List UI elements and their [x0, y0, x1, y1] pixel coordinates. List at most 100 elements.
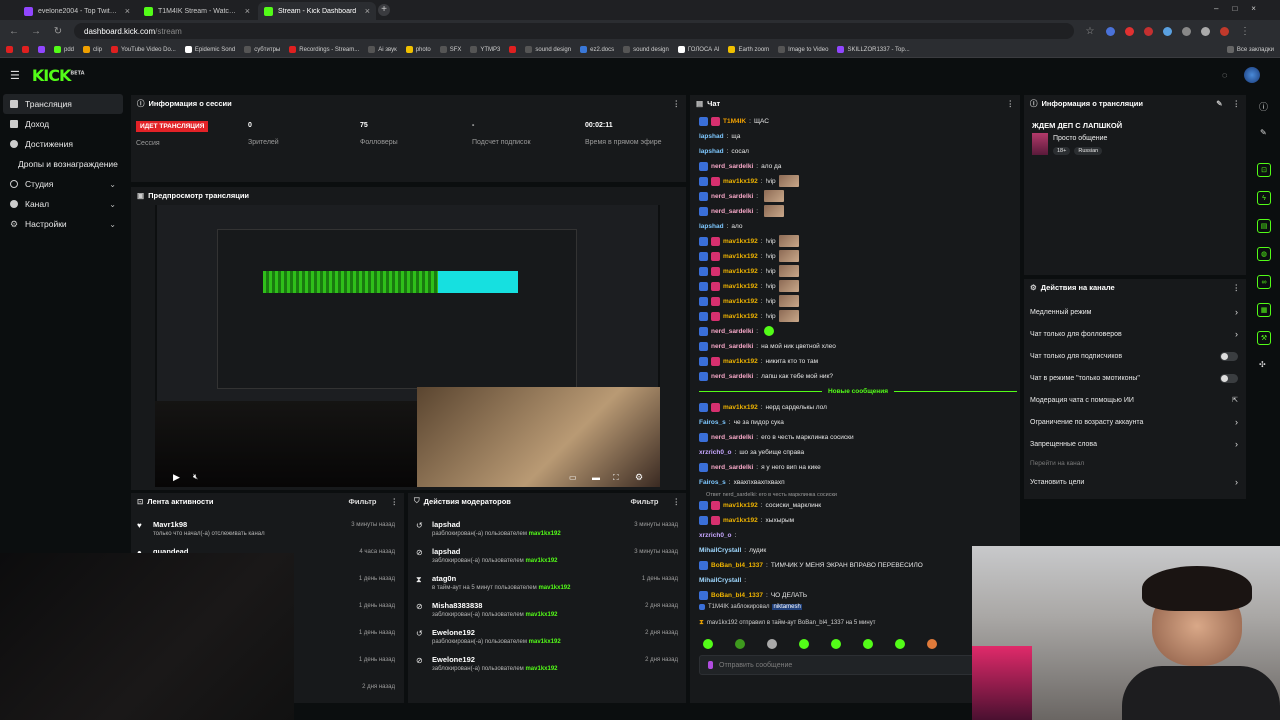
mod-action-username[interactable]: Ewelone192: [432, 628, 475, 637]
gavel-icon[interactable]: ⚒: [1257, 331, 1271, 345]
emote-icon[interactable]: [927, 639, 937, 649]
filter-button[interactable]: Фильтр: [631, 497, 659, 506]
chat-username[interactable]: MihailCrystall: [699, 547, 741, 554]
theater-icon[interactable]: ▬: [592, 473, 600, 482]
emote-icon[interactable]: [799, 639, 809, 649]
activity-username[interactable]: Mavr1k98: [153, 520, 187, 529]
bookmark[interactable]: SFX: [439, 46, 461, 53]
extension-icon[interactable]: [1201, 26, 1210, 36]
all-bookmarks[interactable]: Все закладки: [1226, 46, 1274, 53]
system-username[interactable]: niktamesh: [772, 604, 802, 610]
chat-username[interactable]: mav1kx192: [723, 178, 758, 185]
more-icon[interactable]: ⋮: [391, 497, 399, 506]
chat-bubble-icon[interactable]: ◌: [1222, 70, 1227, 80]
chat-username[interactable]: nerd_sardelki: [711, 208, 753, 215]
filter-button[interactable]: Фильтр: [349, 497, 377, 506]
chat-bubble-icon[interactable]: ◍: [1257, 247, 1271, 261]
emote-icon[interactable]: [703, 639, 713, 649]
chat-username[interactable]: mav1kx192: [723, 502, 758, 509]
chat-username[interactable]: nerd_sardelki: [711, 434, 753, 441]
mod-action-username[interactable]: lapshad: [432, 547, 460, 556]
extension-icon[interactable]: [1106, 26, 1115, 36]
bookmark[interactable]: pdd: [54, 46, 74, 53]
action-go-to-channel[interactable]: Перейти на канал: [1030, 456, 1238, 470]
more-icon[interactable]: ⋮: [673, 497, 681, 506]
bookmark[interactable]: [22, 46, 29, 53]
mod-action-moderator[interactable]: mav1kx192: [529, 531, 561, 537]
action-subscribers-only[interactable]: Чат только для подписчиков: [1030, 349, 1238, 363]
new-tab-button[interactable]: +: [378, 4, 390, 16]
bookmark[interactable]: sound design: [525, 46, 571, 53]
bookmark[interactable]: Recordings - Stream...: [289, 46, 359, 53]
scene-icon[interactable]: ⊡: [1257, 163, 1271, 177]
sidebar-item-channel[interactable]: Канал ⌄: [0, 194, 126, 214]
chat-username[interactable]: mav1kx192: [723, 358, 758, 365]
kick-logo[interactable]: KICKBETA: [32, 66, 85, 85]
action-age-restriction[interactable]: Ограничение по возрасту аккаунта ›: [1030, 415, 1238, 429]
forward-icon[interactable]: →: [30, 26, 42, 37]
chat-input[interactable]: Отправить сообщение: [699, 655, 974, 675]
tab-0[interactable]: evelone2004 - Top Twitch Clips ×: [18, 2, 136, 20]
sidebar-item-achievements[interactable]: Достижения: [0, 134, 126, 154]
bookmark[interactable]: Earth zoom: [728, 46, 769, 53]
bookmark[interactable]: Ai звук: [368, 46, 397, 53]
bookmark[interactable]: YouTube Video Do...: [111, 46, 176, 53]
bookmark[interactable]: sound design: [623, 46, 669, 53]
edit-icon[interactable]: ✎: [1260, 128, 1267, 137]
reload-icon[interactable]: ↻: [52, 26, 64, 37]
chat-username[interactable]: mav1kx192: [723, 517, 758, 524]
sidebar-item-income[interactable]: Доход: [0, 114, 126, 134]
sidebar-item-stream[interactable]: Трансляция: [3, 94, 123, 114]
chat-username[interactable]: nerd_sardelki: [711, 373, 753, 380]
mod-action-username[interactable]: lapshad: [432, 520, 460, 529]
url-field[interactable]: dashboard.kick.com/stream: [74, 23, 1074, 39]
pip-icon[interactable]: ▭: [569, 473, 577, 482]
more-icon[interactable]: ⋮: [1007, 99, 1015, 108]
chat-username[interactable]: nerd_sardelki: [711, 193, 753, 200]
fullscreen-icon[interactable]: ⛶: [613, 473, 619, 483]
extension-icon[interactable]: [1182, 26, 1191, 36]
chat-username[interactable]: lapshad: [699, 133, 724, 140]
action-emote-only[interactable]: Чат в режиме "только эмотиконы": [1030, 371, 1238, 385]
mod-action-username[interactable]: Misha8383838: [432, 601, 482, 610]
tab-1[interactable]: T1M4IK Stream - Watch Live o... ×: [138, 2, 256, 20]
profile-icon[interactable]: [1220, 26, 1229, 36]
chat-username[interactable]: MihailCrystall: [699, 577, 741, 584]
link-icon[interactable]: ∞: [1257, 275, 1271, 289]
avatar[interactable]: [1244, 67, 1260, 83]
chat-username[interactable]: Fairos_s: [699, 419, 726, 426]
stream-video-player[interactable]: ▶ 🔇︎ ▭ ▬ ⛶ ⚙: [155, 205, 660, 487]
bookmark[interactable]: [509, 46, 517, 53]
toggle-switch[interactable]: [1220, 351, 1238, 361]
edit-icon[interactable]: ✎: [1216, 99, 1222, 108]
extension-icon[interactable]: [1125, 26, 1134, 36]
chat-username[interactable]: lapshad: [699, 223, 724, 230]
menu-icon[interactable]: ⋮: [1239, 26, 1251, 37]
action-set-goals[interactable]: Установить цели ›: [1030, 475, 1238, 489]
extension-icon[interactable]: [1144, 26, 1153, 36]
mod-action-moderator[interactable]: mav1kx192: [529, 639, 561, 645]
mod-action-username[interactable]: atag0n: [432, 574, 456, 583]
star-icon[interactable]: ☆: [1084, 26, 1096, 37]
bookmark[interactable]: clip: [83, 46, 102, 53]
sidebar-item-studio[interactable]: Студия ⌄: [0, 174, 126, 194]
more-icon[interactable]: ⋮: [1233, 283, 1241, 292]
close-icon[interactable]: ×: [125, 6, 130, 16]
info-icon[interactable]: ⓘ: [1259, 100, 1268, 113]
chat-username[interactable]: mav1kx192: [723, 268, 758, 275]
close-icon[interactable]: ×: [245, 6, 250, 16]
bookmark[interactable]: [38, 46, 45, 53]
chat-username[interactable]: Fairos_s: [699, 479, 726, 486]
emote-icon[interactable]: [895, 639, 905, 649]
emote-icon[interactable]: [735, 639, 745, 649]
document-icon[interactable]: ▤: [1257, 219, 1271, 233]
extension-icon[interactable]: [1163, 26, 1172, 36]
bookmark[interactable]: [6, 46, 13, 53]
bookmark[interactable]: YTMP3: [470, 46, 500, 53]
action-ai-moderation[interactable]: Модерация чата с помощью ИИ ⇱: [1030, 393, 1238, 407]
gear-icon[interactable]: ⚙: [635, 472, 643, 483]
emote-icon[interactable]: [831, 639, 841, 649]
action-slow-mode[interactable]: Медленный режим ›: [1030, 305, 1238, 319]
mod-action-moderator[interactable]: mav1kx192: [538, 585, 570, 591]
layout-icon[interactable]: ▦: [1257, 303, 1271, 317]
